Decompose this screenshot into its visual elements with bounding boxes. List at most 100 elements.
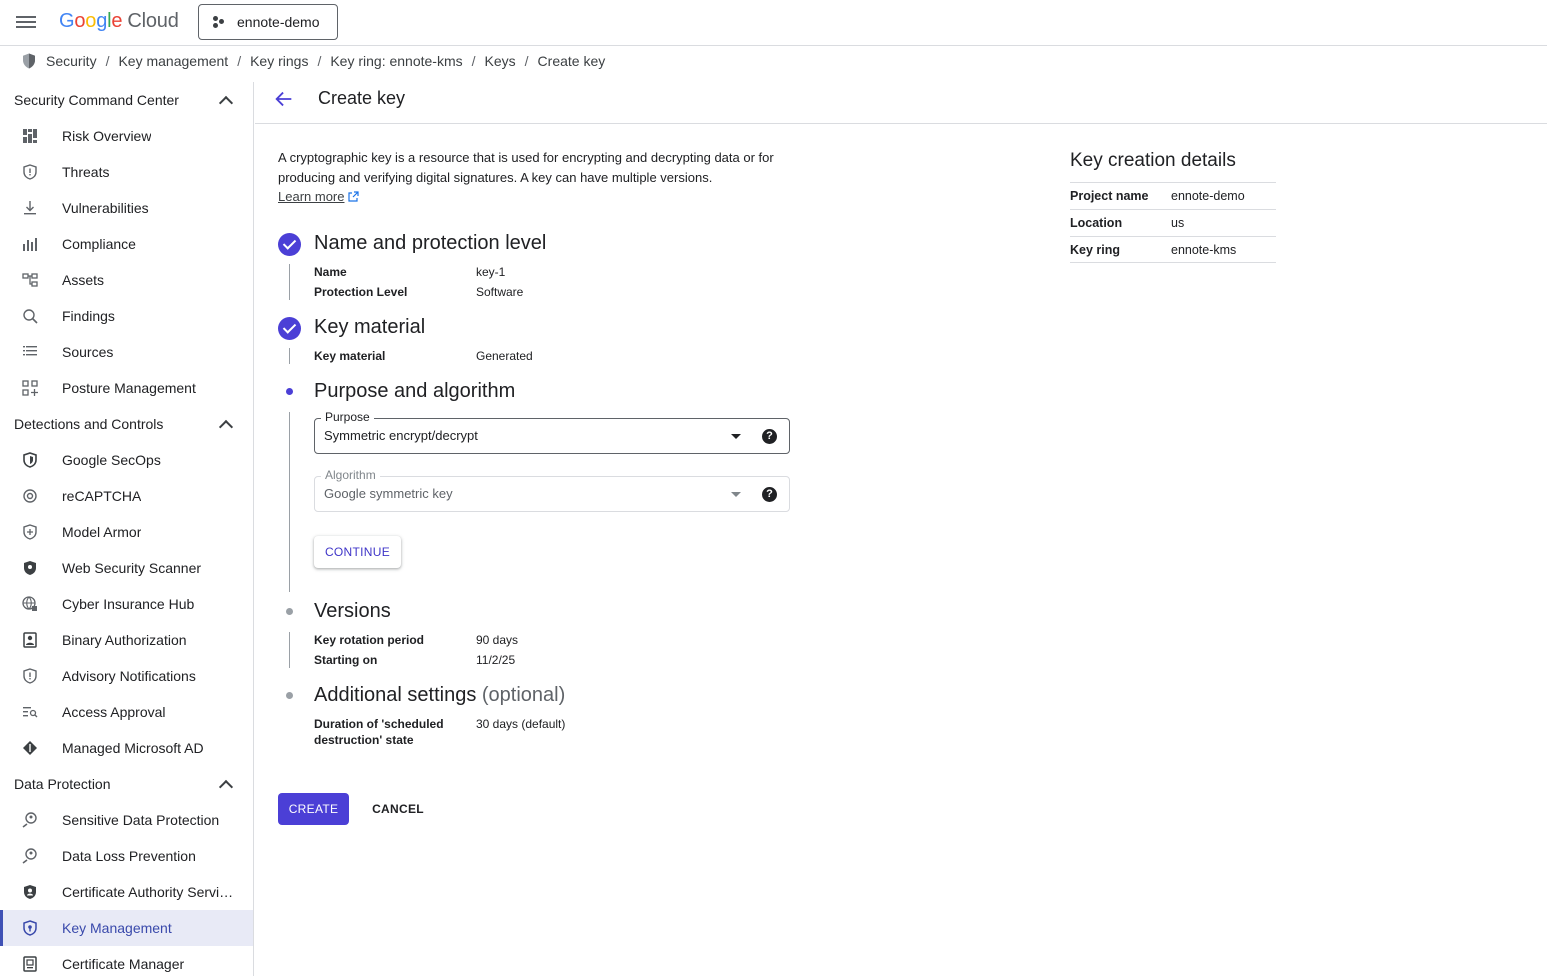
- key-creation-details: Key creation details Project name ennote-…: [1070, 150, 1276, 263]
- sidebar-item-sensitive-data-protection[interactable]: Sensitive Data Protection: [0, 802, 253, 838]
- sidebar-item-binary-authorization[interactable]: Binary Authorization: [0, 622, 253, 658]
- learn-more-link[interactable]: Learn more: [278, 189, 360, 204]
- shield-icon: [22, 452, 38, 468]
- details-row-project: Project name ennote-demo: [1070, 182, 1276, 209]
- sidebar-item-compliance[interactable]: Compliance: [0, 226, 253, 262]
- create-button[interactable]: CREATE: [278, 793, 349, 825]
- page-title: Create key: [318, 88, 406, 108]
- details-row-location: Location us: [1070, 209, 1276, 236]
- security-shield-icon: [23, 53, 35, 69]
- sidebar-item-threats[interactable]: Threats: [0, 154, 253, 190]
- sidebar-item-key-management[interactable]: Key Management: [0, 910, 253, 946]
- breadcrumb-create-key: Create key: [537, 53, 606, 69]
- bar-chart-icon: [22, 236, 38, 252]
- shield-alert-icon: [22, 164, 38, 180]
- step-title: Additional settings (optional): [314, 684, 566, 706]
- sidebar-item-assets[interactable]: Assets: [0, 262, 253, 298]
- badge-icon: [22, 632, 38, 648]
- sidebar-item-findings[interactable]: Findings: [0, 298, 253, 334]
- breadcrumb-key-rings[interactable]: Key rings: [250, 53, 308, 69]
- details-row-key-ring: Key ring ennote-kms: [1070, 236, 1276, 263]
- purpose-select[interactable]: Purpose Symmetric encrypt/decrypt: [314, 410, 790, 454]
- purpose-value: Symmetric encrypt/decrypt: [324, 428, 478, 443]
- list-search-icon: [22, 704, 38, 720]
- shield-plus-icon: [22, 524, 38, 540]
- breadcrumb-key-management[interactable]: Key management: [118, 53, 228, 69]
- hierarchy-icon: [22, 272, 38, 288]
- check-circle-icon: [278, 317, 301, 340]
- download-icon: [22, 200, 38, 216]
- google-cloud-logo[interactable]: Google Cloud: [59, 10, 179, 33]
- step-title: Name and protection level: [314, 232, 547, 254]
- list-icon: [22, 344, 38, 360]
- sidebar-item-certificate-manager[interactable]: Certificate Manager: [0, 946, 253, 976]
- sidebar-item-sources[interactable]: Sources: [0, 334, 253, 370]
- logo-google: Google: [59, 10, 123, 32]
- sidebar-item-data-loss-prevention[interactable]: Data Loss Prevention: [0, 838, 253, 874]
- directory-icon: [22, 740, 38, 756]
- logo-cloud: Cloud: [127, 10, 179, 32]
- search-doc-icon: [22, 308, 38, 324]
- algorithm-select[interactable]: Algorithm Google symmetric key: [314, 468, 790, 512]
- continue-button[interactable]: CONTINUE: [314, 536, 401, 568]
- check-circle-icon: [278, 233, 301, 256]
- intro-section: A cryptographic key is a resource that i…: [278, 148, 798, 206]
- intro-text: A cryptographic key is a resource that i…: [278, 150, 774, 185]
- cancel-button[interactable]: CANCEL: [362, 793, 434, 825]
- algorithm-label: Algorithm: [321, 468, 380, 482]
- shield-person-icon: [22, 884, 38, 900]
- breadcrumb-key-ring[interactable]: Key ring: ennote-kms: [330, 53, 462, 69]
- project-picker[interactable]: ennote-demo: [198, 4, 338, 40]
- shield-alert-icon: [22, 668, 38, 684]
- sidebar-item-model-armor[interactable]: Model Armor: [0, 514, 253, 550]
- algorithm-value: Google symmetric key: [324, 486, 453, 501]
- active-step-dot: [286, 388, 293, 395]
- sidebar-item-cyber-insurance-hub[interactable]: Cyber Insurance Hub: [0, 586, 253, 622]
- help-icon[interactable]: ?: [762, 487, 777, 502]
- menu-icon[interactable]: [16, 13, 36, 31]
- globe-lock-icon: [22, 596, 38, 612]
- sidebar-item-risk-overview[interactable]: Risk Overview: [0, 118, 253, 154]
- chevron-up-icon: [218, 95, 234, 110]
- shield-half-icon: [22, 560, 38, 576]
- sidebar-item-posture-management[interactable]: Posture Management: [0, 370, 253, 406]
- project-icon: [213, 16, 225, 28]
- sidebar: Security Command Center Risk Overview Th…: [0, 82, 254, 976]
- breadcrumb-security[interactable]: Security: [46, 53, 97, 69]
- breadcrumb-keys[interactable]: Keys: [485, 53, 516, 69]
- chevron-up-icon: [218, 419, 234, 434]
- breadcrumb: Security / Key management / Key rings / …: [20, 50, 605, 72]
- sidebar-item-recaptcha[interactable]: reCAPTCHA: [0, 478, 253, 514]
- details-title: Key creation details: [1070, 150, 1236, 171]
- section-data-protection[interactable]: Data Protection: [0, 766, 253, 802]
- help-icon[interactable]: ?: [762, 429, 777, 444]
- chevron-up-icon: [218, 779, 234, 794]
- sidebar-item-vulnerabilities[interactable]: Vulnerabilities: [0, 190, 253, 226]
- section-detections-and-controls[interactable]: Detections and Controls: [0, 406, 253, 442]
- step-title: Purpose and algorithm: [314, 380, 516, 402]
- top-bar: Google Cloud ennote-demo: [0, 0, 1547, 46]
- sidebar-item-advisory-notifications[interactable]: Advisory Notifications: [0, 658, 253, 694]
- section-security-command-center[interactable]: Security Command Center: [0, 82, 253, 118]
- external-link-icon: [348, 190, 360, 202]
- certificate-icon: [22, 956, 38, 972]
- dropdown-arrow-icon: [731, 434, 741, 439]
- grid-plus-icon: [22, 380, 38, 396]
- sidebar-item-web-security-scanner[interactable]: Web Security Scanner: [0, 550, 253, 586]
- sidebar-item-access-approval[interactable]: Access Approval: [0, 694, 253, 730]
- purpose-label: Purpose: [321, 410, 374, 424]
- step-dot: [286, 608, 293, 615]
- sidebar-item-certificate-authority-service[interactable]: Certificate Authority Servi…: [0, 874, 253, 910]
- step-title: Versions: [314, 600, 391, 622]
- sidebar-item-managed-microsoft-ad[interactable]: Managed Microsoft AD: [0, 730, 253, 766]
- sidebar-item-google-secops[interactable]: Google SecOps: [0, 442, 253, 478]
- recaptcha-icon: [22, 488, 38, 504]
- search-person-icon: [22, 812, 38, 828]
- step-dot: [286, 692, 293, 699]
- page-header: Create key: [255, 74, 1547, 124]
- shield-key-icon: [22, 920, 38, 936]
- dashboard-icon: [22, 128, 38, 144]
- dropdown-arrow-icon: [731, 492, 741, 497]
- back-arrow-icon[interactable]: [273, 88, 295, 110]
- project-name: ennote-demo: [237, 14, 320, 30]
